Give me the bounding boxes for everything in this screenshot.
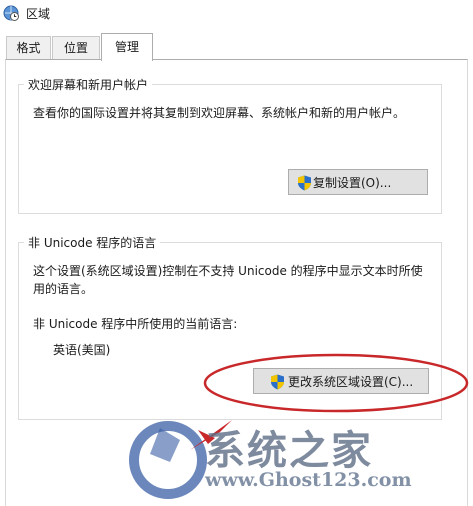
copy-settings-label: 复制设置(O)...: [313, 176, 392, 190]
tab-administrative[interactable]: 管理: [101, 33, 153, 61]
tab-location[interactable]: 位置: [52, 36, 100, 59]
unicode-group-description: 这个设置(系统区域设置)控制在不支持 Unicode 的程序中显示文本时所使用的…: [33, 264, 423, 296]
tab-format[interactable]: 格式: [6, 36, 51, 59]
watermark-text: 系统之家: [205, 427, 373, 474]
welcome-group-description: 查看你的国际设置并将其复制到欢迎屏幕、系统帐户和新的用户帐户。: [33, 106, 406, 120]
watermark-url: www.Ghost123.com: [205, 469, 412, 491]
title-bar: 区域: [0, 0, 473, 28]
current-language-value: 英语(美国): [53, 343, 111, 357]
globe-clock-icon: [3, 5, 19, 21]
unicode-group-title: 非 Unicode 程序的语言: [24, 234, 161, 251]
window-title: 区域: [26, 7, 51, 21]
uac-shield-icon: [271, 374, 284, 390]
change-system-locale-button[interactable]: 更改系统区域设置(C)...: [253, 368, 429, 394]
change-system-locale-label: 更改系统区域设置(C)...: [288, 375, 414, 389]
welcome-group-title: 欢迎屏幕和新用户帐户: [24, 76, 153, 93]
uac-shield-icon: [298, 175, 311, 191]
copy-settings-button[interactable]: 复制设置(O)...: [288, 169, 428, 195]
current-language-label: 非 Unicode 程序中所使用的当前语言:: [33, 317, 238, 331]
